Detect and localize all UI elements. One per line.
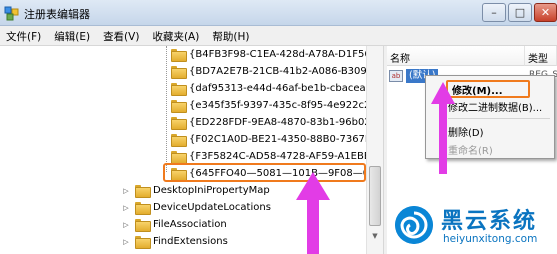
tree-item[interactable]: {daf95313-e44d-46af-be1b-cbacea2 xyxy=(171,80,372,97)
swirl-logo-icon xyxy=(395,206,433,244)
tree-item-label: {e345f35f-9397-435c-8f95-4e922c26 xyxy=(189,100,377,111)
menu-help[interactable]: 帮助(H) xyxy=(206,26,256,45)
tree-item-label: FileAssociation xyxy=(153,219,227,230)
tree-item-label: {daf95313-e44d-46af-be1b-cbacea2 xyxy=(189,83,372,94)
folder-icon xyxy=(171,100,187,113)
folder-icon xyxy=(171,151,187,164)
menu-view[interactable]: 查看(V) xyxy=(97,26,146,45)
folder-icon xyxy=(135,185,151,198)
tree-item[interactable]: {BD7A2E7B-21CB-41b2-A086-B3096 xyxy=(171,63,373,80)
tree-item-label: {ED228FDF-9EA8-4870-83b1-96b02C xyxy=(189,117,378,128)
folder-icon xyxy=(171,66,187,79)
folder-icon xyxy=(171,117,187,130)
title-bar: 注册表编辑器 – □ ✕ xyxy=(0,0,557,26)
arrow-up-icon xyxy=(431,82,455,174)
menu-bar: 文件(F) 编辑(E) 查看(V) 收藏夹(A) 帮助(H) xyxy=(0,26,557,46)
expand-icon[interactable]: ▷ xyxy=(122,238,130,246)
tree-item-label: {F02C1A0D-BE21-4350-88B0-7367FC xyxy=(189,134,378,145)
window-title: 注册表编辑器 xyxy=(24,8,90,21)
maximize-button[interactable]: □ xyxy=(508,3,532,22)
tree-item[interactable]: ▷ FileAssociation xyxy=(122,216,227,233)
expand-icon[interactable]: ▷ xyxy=(122,187,130,195)
expand-icon[interactable]: ▷ xyxy=(122,204,130,212)
tree-item[interactable]: {F02C1A0D-BE21-4350-88B0-7367FC xyxy=(171,131,378,148)
tree-scrollbar[interactable]: ▼ xyxy=(366,46,383,254)
menu-item-modify[interactable]: 修改(M)... xyxy=(446,80,530,98)
close-button[interactable]: ✕ xyxy=(534,3,557,22)
tree-item[interactable]: {ED228FDF-9EA8-4870-83b1-96b02C xyxy=(171,114,378,131)
minimize-button[interactable]: – xyxy=(482,3,506,22)
tree-item-label: DeviceUpdateLocations xyxy=(153,202,271,213)
folder-icon xyxy=(135,236,151,249)
folder-icon xyxy=(135,202,151,215)
tree-item[interactable]: ▷ FindExtensions xyxy=(122,233,228,250)
tree-item-label: {F3F5824C-AD58-4728-AF59-A1EBE3 xyxy=(189,151,377,162)
menu-separator xyxy=(448,118,550,119)
folder-icon xyxy=(171,49,187,62)
tree-line xyxy=(166,46,167,172)
tree-item[interactable]: ▷ DeviceUpdateLocations xyxy=(122,199,271,216)
column-header-type[interactable]: 类型 xyxy=(525,46,557,66)
tree-item-label: DesktopIniPropertyMap xyxy=(153,185,270,196)
folder-icon xyxy=(135,219,151,232)
scroll-thumb[interactable] xyxy=(369,166,381,226)
menu-edit[interactable]: 编辑(E) xyxy=(48,26,97,45)
tree-item-label: FindExtensions xyxy=(153,236,228,247)
regedit-icon xyxy=(4,6,19,21)
tree-item-label: {B4FB3F98-C1EA-428d-A78A-D1F56 xyxy=(189,49,371,60)
folder-icon xyxy=(171,134,187,147)
arrow-up-icon xyxy=(296,172,330,254)
tree-item-label: {BD7A2E7B-21CB-41b2-A086-B3096 xyxy=(189,66,374,77)
string-value-icon: ab xyxy=(389,70,403,82)
menu-item-modify-binary[interactable]: 修改二进制数据(B)... xyxy=(448,97,542,115)
folder-icon xyxy=(171,83,187,96)
watermark-title: 黑云系统 xyxy=(441,209,538,234)
watermark-url: heiyunxitong.com xyxy=(443,233,538,245)
menu-file[interactable]: 文件(F) xyxy=(0,26,48,45)
menu-favorites[interactable]: 收藏夹(A) xyxy=(146,26,206,45)
tree-item[interactable]: ▷ DesktopIniPropertyMap xyxy=(122,182,270,199)
column-header-name[interactable]: 名称 xyxy=(387,46,525,66)
tree-item[interactable]: {e345f35f-9397-435c-8f95-4e922c26 xyxy=(171,97,377,114)
expand-icon[interactable]: ▷ xyxy=(122,221,130,229)
tree-item[interactable]: {B4FB3F98-C1EA-428d-A78A-D1F56 xyxy=(171,46,371,63)
watermark: 黑云系统 heiyunxitong.com xyxy=(387,200,557,254)
scroll-down-icon[interactable]: ▼ xyxy=(369,232,381,242)
